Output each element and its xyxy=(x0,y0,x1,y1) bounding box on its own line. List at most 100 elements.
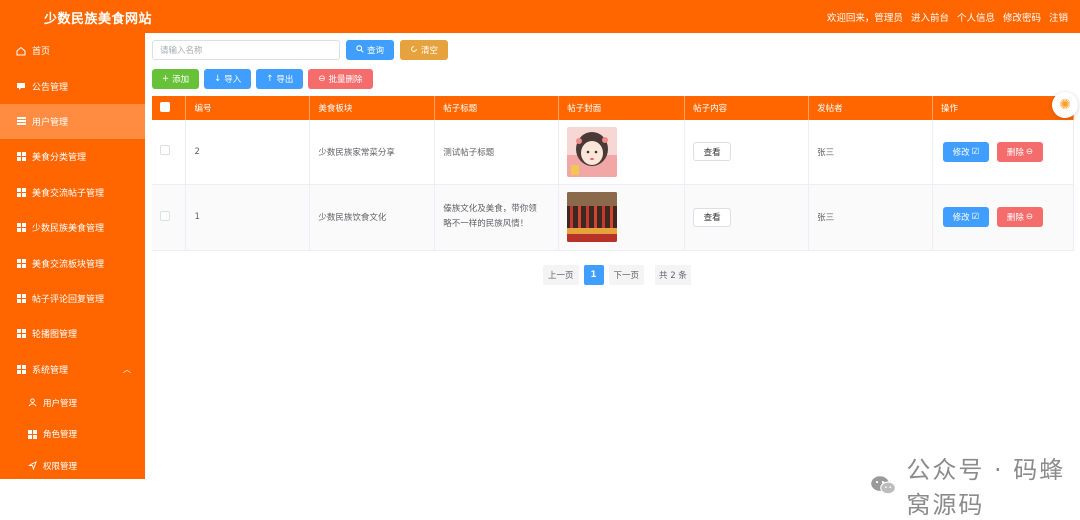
cover-image[interactable] xyxy=(567,126,618,177)
list-icon xyxy=(16,116,26,126)
cell-actions: 修改 ☑ 删除 ⊖ xyxy=(932,184,1075,251)
arrow-down-icon: ↓ xyxy=(214,74,222,84)
grid-icon xyxy=(16,258,26,268)
add-button-label: 添加 xyxy=(172,75,190,85)
pagination: 上一页 1 下一页 共 2 条 xyxy=(543,265,691,285)
delete-button-label: 删除 xyxy=(1006,147,1024,158)
sidebar-subitem-label: 权限管理 xyxy=(43,461,78,472)
sidebar-item-carousel[interactable]: 轮播图管理 xyxy=(0,316,145,351)
cell-author: 张三 xyxy=(808,184,933,251)
row-checkbox[interactable] xyxy=(160,145,170,156)
sidebar-item-system[interactable]: 系统管理 ︿ xyxy=(0,352,145,387)
add-button[interactable]: + 添加 xyxy=(152,69,200,89)
row-select-cell xyxy=(152,184,187,251)
home-icon xyxy=(16,46,26,56)
export-button[interactable]: ↑ 导出 xyxy=(256,69,304,89)
change-password-link[interactable]: 修改密码 xyxy=(1003,10,1041,24)
send-icon xyxy=(28,461,37,471)
sidebar-item-comments[interactable]: 帖子评论回复管理 xyxy=(0,281,145,316)
top-links: 欢迎回来，管理员 进入前台 个人信息 修改密码 注销 xyxy=(827,10,1068,24)
batch-delete-button[interactable]: ⊖ 批量删除 xyxy=(308,69,373,89)
cell-actions: 修改 ☑ 删除 ⊖ xyxy=(932,120,1075,185)
minus-circle-icon: ⊖ xyxy=(1025,212,1034,222)
grid-icon xyxy=(16,187,26,197)
cell-author: 张三 xyxy=(808,120,933,185)
arrow-up-icon: ↑ xyxy=(266,74,274,84)
posts-table: 编号 美食板块 帖子标题 帖子封面 帖子内容 发帖者 操作 2 少数民族家常菜分… xyxy=(152,96,1075,251)
cell-id: 2 xyxy=(185,120,311,185)
column-header: 帖子内容 xyxy=(684,96,810,120)
column-header: 帖子封面 xyxy=(558,96,686,120)
main-content: 请输入名称 查询 清空 + 添加 ↓ 导入 ↑ 导出 ⊖ 批量删除 编号 美食板… xyxy=(145,33,1080,519)
table-row: 2 少数民族家常菜分享 测试帖子标题 查看 张三 修改 ☑ 删除 ⊖ xyxy=(152,120,1075,185)
sidebar-item-food-posts[interactable]: 美食交流帖子管理 xyxy=(0,175,145,210)
chevron-up-icon: ︿ xyxy=(123,364,131,374)
sidebar-item-users[interactable]: 用户管理 xyxy=(0,103,145,140)
select-all-cell xyxy=(152,96,187,120)
sidebar-subitem-users[interactable]: 用户管理 xyxy=(0,387,145,419)
watermark: 公众号 · 码蜂窝源码 xyxy=(869,450,1080,520)
sidebar-item-ethnic-food[interactable]: 少数民族美食管理 xyxy=(0,210,145,245)
profile-link[interactable]: 个人信息 xyxy=(957,10,995,24)
plus-icon: + xyxy=(162,74,170,84)
sidebar-item-label: 美食交流帖子管理 xyxy=(32,188,105,199)
clear-button-label: 清空 xyxy=(421,46,439,56)
edit-button[interactable]: 修改 ☑ xyxy=(942,141,989,162)
minus-circle-icon: ⊖ xyxy=(1025,146,1034,157)
sidebar-item-label: 少数民族美食管理 xyxy=(32,224,105,235)
next-page-button[interactable]: 下一页 xyxy=(608,265,645,285)
row-select-cell xyxy=(152,120,187,185)
sidebar-item-notice[interactable]: 公告管理 xyxy=(0,68,145,103)
cover-image[interactable] xyxy=(567,192,618,242)
minus-circle-icon: ⊖ xyxy=(318,74,326,84)
batch-delete-button-label: 批量删除 xyxy=(328,75,363,85)
column-header: 发帖者 xyxy=(808,96,933,120)
edit-button-label: 修改 xyxy=(952,213,970,223)
query-button[interactable]: 查询 xyxy=(346,40,395,60)
refresh-icon xyxy=(410,45,418,56)
cell-content: 查看 xyxy=(684,120,810,185)
select-all-checkbox[interactable] xyxy=(160,101,170,112)
delete-button[interactable]: 删除 ⊖ xyxy=(996,207,1043,227)
cell-title: 测试帖子标题 xyxy=(434,120,560,185)
logout-link[interactable]: 注销 xyxy=(1049,10,1068,24)
column-header: 美食板块 xyxy=(309,96,436,120)
import-button[interactable]: ↓ 导入 xyxy=(204,69,252,89)
top-bar: 少数民族美食网站 欢迎回来，管理员 进入前台 个人信息 修改密码 注销 xyxy=(0,0,1080,33)
cell-content: 查看 xyxy=(684,184,810,251)
title-text: 傣族文化及美食，带你领略不一样的民族风情！ xyxy=(443,204,537,229)
app-title: 少数民族美食网站 xyxy=(44,12,153,27)
view-content-button[interactable]: 查看 xyxy=(693,142,732,162)
sidebar-subitem-roles[interactable]: 角色管理 xyxy=(0,418,145,450)
prev-page-button[interactable]: 上一页 xyxy=(543,265,579,285)
floating-assistant-icon[interactable]: ✺ xyxy=(1052,92,1078,118)
clear-button[interactable]: 清空 xyxy=(400,40,449,60)
grid-icon xyxy=(16,223,26,233)
sidebar-item-label: 帖子评论回复管理 xyxy=(32,294,105,305)
search-input[interactable]: 请输入名称 xyxy=(152,40,340,60)
grid-icon xyxy=(16,293,26,303)
delete-button[interactable]: 删除 ⊖ xyxy=(996,141,1043,162)
sidebar-item-label: 美食交流板块管理 xyxy=(32,259,105,270)
sidebar-item-home[interactable]: 首页 xyxy=(0,33,145,68)
cell-cover xyxy=(558,120,686,185)
sidebar-item-label: 公告管理 xyxy=(32,82,69,93)
sidebar-item-food-category[interactable]: 美食分类管理 xyxy=(0,139,145,174)
delete-button-label: 删除 xyxy=(1006,213,1024,223)
export-button-label: 导出 xyxy=(276,75,294,85)
edit-button[interactable]: 修改 ☑ xyxy=(942,207,989,227)
query-button-label: 查询 xyxy=(367,46,385,56)
sidebar-subitem-permissions[interactable]: 权限管理 xyxy=(0,450,145,482)
sidebar-item-label: 轮播图管理 xyxy=(32,330,78,341)
view-content-button[interactable]: 查看 xyxy=(693,207,732,227)
grid-icon xyxy=(16,152,26,162)
frontend-link[interactable]: 进入前台 xyxy=(911,10,949,24)
sidebar-item-food-sections[interactable]: 美食交流板块管理 xyxy=(0,245,145,280)
watermark-text: 公众号 · 码蜂窝源码 xyxy=(906,456,1066,519)
cell-cover xyxy=(558,184,686,251)
page-number-button[interactable]: 1 xyxy=(583,265,604,285)
column-header: 编号 xyxy=(185,96,311,120)
sidebar: 首页 公告管理 用户管理 美食分类管理 美食交流帖子管理 少数民族美食管理 美食… xyxy=(0,33,145,479)
cell-title: 傣族文化及美食，带你领略不一样的民族风情！ xyxy=(434,184,560,251)
row-checkbox[interactable] xyxy=(160,210,170,221)
